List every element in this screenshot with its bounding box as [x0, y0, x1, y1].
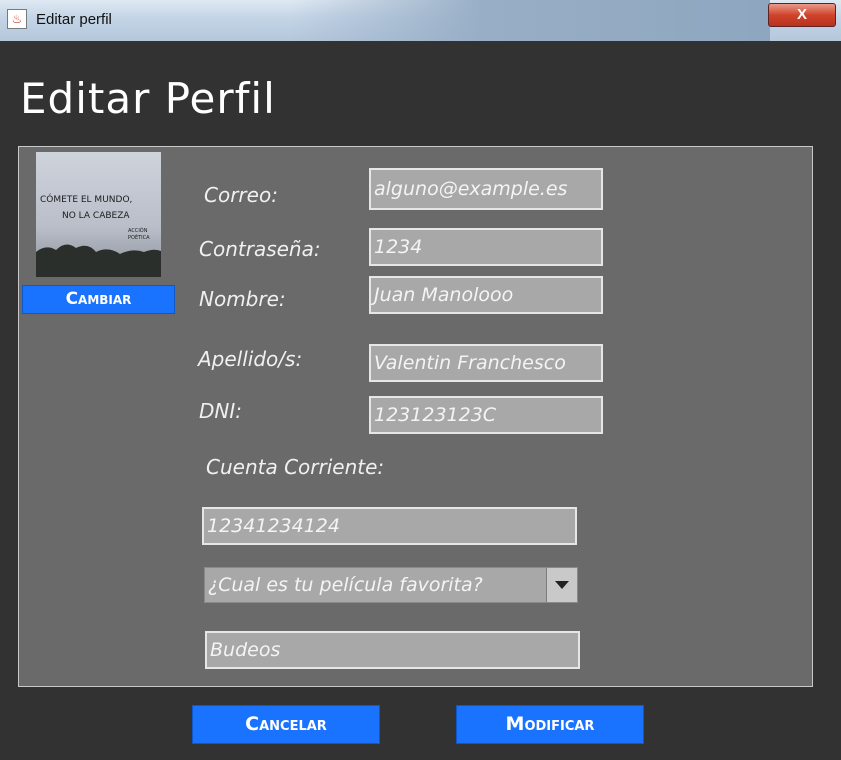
- bank-account-label: Cuenta Corriente:: [206, 455, 385, 479]
- security-question-value: ¿Cual es tu película favorita?: [208, 574, 483, 596]
- cancel-button[interactable]: Cancelar: [192, 705, 380, 744]
- dni-label: DNI:: [199, 399, 242, 423]
- surname-label: Apellido/s:: [198, 347, 303, 371]
- security-answer-field[interactable]: Budeos: [205, 631, 580, 669]
- photo-caption-sub2: POÉTICA: [128, 233, 150, 241]
- close-button[interactable]: X: [768, 3, 836, 27]
- java-app-icon: ♨: [7, 9, 27, 29]
- bank-account-field[interactable]: 12341234124: [202, 507, 577, 545]
- surname-field[interactable]: Valentin Franchesco: [369, 344, 603, 382]
- window-title: Editar perfil: [36, 11, 112, 28]
- dni-field[interactable]: 123123123C: [369, 396, 603, 434]
- photo-caption-line1: CÓMETE EL MUNDO,: [40, 193, 132, 205]
- security-question-select[interactable]: ¿Cual es tu película favorita?: [204, 567, 578, 603]
- name-field[interactable]: Juan Manolooo: [369, 276, 603, 314]
- dropdown-arrow-icon[interactable]: [546, 568, 577, 602]
- profile-photo: CÓMETE EL MUNDO, NO LA CABEZA ACCIÓN POÉ…: [36, 152, 161, 277]
- password-field[interactable]: 1234: [369, 228, 603, 266]
- page-title: Editar Perfil: [20, 74, 276, 123]
- title-bar[interactable]: ♨ Editar perfil: [0, 0, 841, 41]
- edit-profile-window: ♨ Editar perfil X Editar Perfil CÓMETE E…: [0, 0, 841, 760]
- photo-caption-line2: NO LA CABEZA: [62, 211, 130, 221]
- email-label: Correo:: [204, 183, 278, 207]
- password-label: Contraseña:: [199, 237, 321, 261]
- photo-caption-sub1: ACCIÓN: [128, 227, 148, 234]
- modify-button[interactable]: Modificar: [456, 705, 644, 744]
- email-field[interactable]: alguno@example.es: [369, 168, 603, 210]
- profile-photo-image: CÓMETE EL MUNDO, NO LA CABEZA ACCIÓN POÉ…: [36, 152, 161, 277]
- name-label: Nombre:: [199, 287, 286, 311]
- change-photo-button[interactable]: Cambiar: [22, 285, 175, 314]
